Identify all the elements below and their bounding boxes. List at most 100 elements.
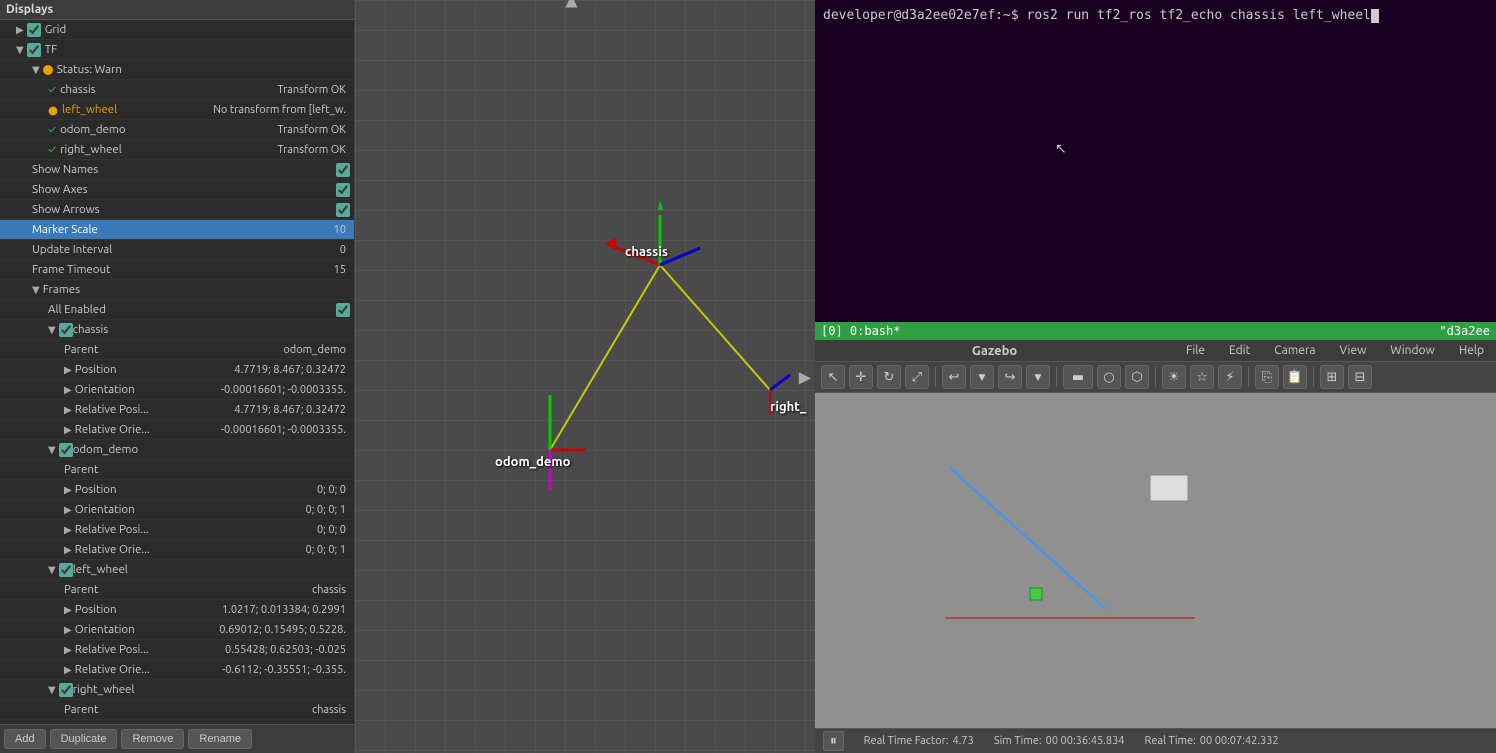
chassis-frame-expand[interactable]: ▼ (48, 324, 56, 336)
light3-btn[interactable]: ⚡ (1218, 365, 1242, 389)
duplicate-button[interactable]: Duplicate (50, 729, 118, 749)
sphere-btn[interactable]: ○ (1097, 365, 1121, 389)
undo-btn[interactable]: ↩ (942, 365, 966, 389)
lw-relorie-row[interactable]: ▶ Relative Orie... -0.6112; -0.35551; -0… (0, 660, 354, 680)
odom-position-row[interactable]: ▶ Position 0; 0; 0 (0, 480, 354, 500)
light1-btn[interactable]: ☀ (1162, 365, 1186, 389)
tf-expand-arrow[interactable]: ▼ (16, 44, 24, 56)
odom-demo-frame-row[interactable]: ▼ odom_demo (0, 440, 354, 460)
chassis-status-row[interactable]: ✓ chassis Transform OK (0, 80, 354, 100)
gazebo-menu-help[interactable]: Help (1455, 342, 1488, 359)
scale-tool-btn[interactable]: ⤢ (905, 365, 929, 389)
paste-btn[interactable]: 📋 (1283, 365, 1307, 389)
left-wheel-frame-row[interactable]: ▼ left_wheel (0, 560, 354, 580)
add-button[interactable]: Add (4, 729, 46, 749)
show-arrows-row[interactable]: Show Arrows (0, 200, 354, 220)
left-wheel-frame-checkbox[interactable] (59, 563, 73, 577)
odom-demo-status-row[interactable]: ✓ odom_demo Transform OK (0, 120, 354, 140)
cylinder-btn[interactable]: ⬡ (1125, 365, 1149, 389)
gazebo-menu-edit[interactable]: Edit (1225, 342, 1254, 359)
chassis-relorie-expand[interactable]: ▶ (64, 424, 72, 436)
terminal-panel[interactable]: developer@d3a2ee02e7ef:~$ ros2 run tf2_r… (815, 0, 1496, 340)
chassis-relpos-row[interactable]: ▶ Relative Posi... 4.7719; 8.467; 0.3247… (0, 400, 354, 420)
grid-expand-arrow[interactable]: ▶ (16, 24, 24, 36)
odom-relpos-row[interactable]: ▶ Relative Posi... 0; 0; 0 (0, 520, 354, 540)
marker-scale-row[interactable]: Marker Scale 10 (0, 220, 354, 240)
chassis-frame-checkbox[interactable] (59, 323, 73, 337)
right-wheel-frame-checkbox[interactable] (59, 683, 73, 697)
pause-button[interactable]: ⏸ (823, 731, 844, 751)
show-names-checkbox[interactable] (336, 163, 350, 177)
chassis-position-row[interactable]: ▶ Position 4.7719; 8.467; 0.32472 (0, 360, 354, 380)
displays-header: Displays (0, 0, 354, 20)
odom-parent-row: Parent (0, 460, 354, 480)
box-btn[interactable]: ▬ (1063, 365, 1093, 389)
copy-btn[interactable]: ⎘ (1255, 365, 1279, 389)
status-expand-arrow[interactable]: ▼ (32, 64, 40, 76)
right-wheel-status-row[interactable]: ✓ right_wheel Transform OK (0, 140, 354, 160)
viewport-right-arrow[interactable]: ▶ (795, 363, 815, 390)
real-time-factor: Real Time Factor: 4.73 (864, 735, 974, 747)
marker-scale-value: 10 (334, 224, 350, 236)
frame-timeout-label: Frame Timeout (32, 263, 334, 276)
odom-frame-checkbox[interactable] (59, 443, 73, 457)
select-tool-btn[interactable]: ↖ (821, 365, 845, 389)
status-row[interactable]: ▼ Status: Warn (0, 60, 354, 80)
chassis-relpos-expand[interactable]: ▶ (64, 404, 72, 416)
chassis-relorie-row[interactable]: ▶ Relative Orie... -0.00016601; -0.00033… (0, 420, 354, 440)
frames-row[interactable]: ▼ Frames (0, 280, 354, 300)
all-enabled-checkbox[interactable] (336, 303, 350, 317)
undo-dropdown-btn[interactable]: ▼ (970, 365, 994, 389)
remove-button[interactable]: Remove (121, 729, 184, 749)
chassis-pos-expand[interactable]: ▶ (64, 364, 72, 376)
update-interval-row[interactable]: Update Interval 0 (0, 240, 354, 260)
terminal-command: ros2 run tf2_ros tf2_echo chassis left_w… (1019, 8, 1371, 23)
lw-position-row[interactable]: ▶ Position 1.0217; 0.013384; 0.2991 (0, 600, 354, 620)
show-axes-row[interactable]: Show Axes (0, 180, 354, 200)
odom-parent-label: Parent (64, 463, 346, 476)
translate-tool-btn[interactable]: ✛ (849, 365, 873, 389)
frame-timeout-row[interactable]: Frame Timeout 15 (0, 260, 354, 280)
all-enabled-row[interactable]: All Enabled (0, 300, 354, 320)
snap-btn[interactable]: ⊟ (1348, 365, 1372, 389)
right-wheel-frame-row[interactable]: ▼ right_wheel (0, 680, 354, 700)
align-btn[interactable]: ⊞ (1320, 365, 1344, 389)
odom-frame-expand[interactable]: ▼ (48, 444, 56, 456)
gazebo-panel: Gazebo File Edit Camera View Window Help… (815, 340, 1496, 753)
left-wheel-status-row[interactable]: ● left_wheel No transform from [left_w. (0, 100, 354, 120)
lw-relpos-row[interactable]: ▶ Relative Posi... 0.55428; 0.62503; -0.… (0, 640, 354, 660)
gazebo-menu-file[interactable]: File (1182, 342, 1209, 359)
gazebo-menu-view[interactable]: View (1336, 342, 1371, 359)
redo-btn[interactable]: ↪ (998, 365, 1022, 389)
show-names-row[interactable]: Show Names (0, 160, 354, 180)
chassis-orientation-row[interactable]: ▶ Orientation -0.00016601; -0.0003355. (0, 380, 354, 400)
chassis-ori-expand[interactable]: ▶ (64, 384, 72, 396)
tmux-right: "d3a2ee (1439, 324, 1490, 338)
gazebo-menu-camera[interactable]: Camera (1270, 342, 1319, 359)
right-wheel-status-value: Transform OK (277, 144, 350, 156)
chassis-relorie-label: Relative Orie... (75, 423, 221, 436)
odom-orientation-row[interactable]: ▶ Orientation 0; 0; 0; 1 (0, 500, 354, 520)
rotate-tool-btn[interactable]: ↻ (877, 365, 901, 389)
show-arrows-checkbox[interactable] (336, 203, 350, 217)
grid-label[interactable]: Grid (45, 23, 350, 36)
chassis-frame-row[interactable]: ▼ chassis (0, 320, 354, 340)
tf-checkbox[interactable] (27, 43, 41, 57)
displays-list[interactable]: ▶ Grid ▼ TF ▼ Status: Warn ✓ chassis Tra… (0, 20, 354, 724)
gazebo-menu-window[interactable]: Window (1386, 342, 1438, 359)
light2-btn[interactable]: ☆ (1190, 365, 1214, 389)
frames-expand-arrow[interactable]: ▼ (32, 284, 40, 296)
tf-row[interactable]: ▼ TF (0, 40, 354, 60)
tf-label[interactable]: TF (45, 43, 350, 56)
gazebo-viewport[interactable] (815, 393, 1496, 728)
rename-button[interactable]: Rename (188, 729, 252, 749)
viewport-top-arrow[interactable]: ▲ (558, 0, 585, 14)
redo-dropdown-btn[interactable]: ▼ (1026, 365, 1050, 389)
show-axes-checkbox[interactable] (336, 183, 350, 197)
rviz-viewport[interactable]: chassis odom_demo right_ ▶ ▲ (355, 0, 815, 753)
lw-orientation-row[interactable]: ▶ Orientation 0.69012; 0.15495; 0.5228. (0, 620, 354, 640)
grid-checkbox[interactable] (27, 23, 41, 37)
odom-relorie-row[interactable]: ▶ Relative Orie... 0; 0; 0; 1 (0, 540, 354, 560)
grid-row[interactable]: ▶ Grid (0, 20, 354, 40)
rw-parent-label: Parent (64, 703, 312, 716)
